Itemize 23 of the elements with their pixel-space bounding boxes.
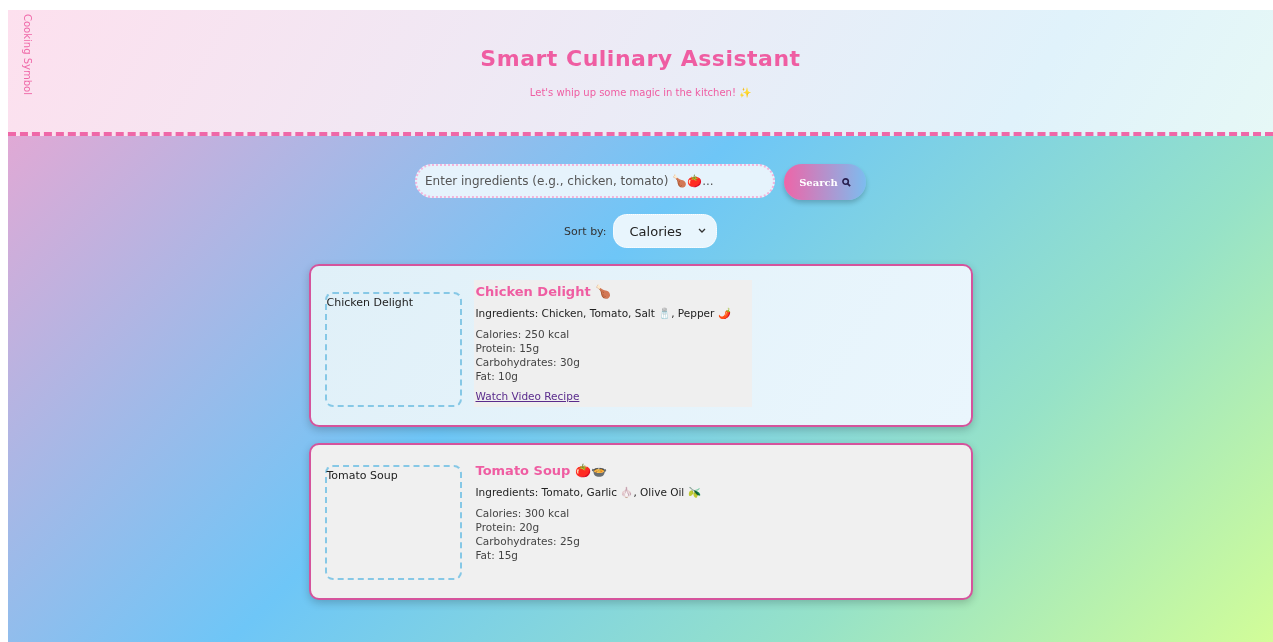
ingredients-search-field[interactable]: Enter ingredients (e.g., chicken, tomato) 🍗🍅... (415, 164, 775, 198)
ingredients-text: Ingredients: Chicken, Tomato, Salt 🧂, Pepper 🌶 (475, 307, 731, 320)
nutrition-line: Carbohydrates: 25g (475, 535, 581, 547)
nutrition-line: Carbohydrates: 30g (475, 356, 581, 368)
search-icon (841, 177, 851, 187)
nutrition-line: Protein: 15g (475, 342, 541, 354)
recipe-title: Chicken Delight 🍗 (475, 284, 612, 299)
tagline: Let's whip up some magic in the kitchen! ✨ (529, 87, 752, 98)
nutrition-line: Fat: 10g (475, 370, 520, 382)
chevron-down-icon (697, 228, 706, 234)
video-recipe-link[interactable]: Watch Video Recipe (475, 390, 580, 402)
app-title: Smart Culinary Assistant (480, 46, 801, 71)
recipe-title: Tomato Soup 🍅🍲 (475, 463, 607, 478)
nutrition-line: Calories: 250 kcal (475, 328, 571, 340)
sort-dropdown[interactable]: Calories (612, 214, 717, 248)
logo-alt-text: Cooking Symbol (22, 14, 33, 95)
image-alt-text: Chicken Delight (324, 292, 462, 407)
nutrition-line: Fat: 15g (475, 549, 520, 561)
image-alt-text: Tomato Soup (324, 465, 462, 580)
sort-label: Sort by: (564, 224, 607, 238)
nutrition-line: Protein: 20g (475, 521, 541, 533)
nutrition-line: Calories: 300 kcal (475, 507, 571, 519)
ingredients-text: Ingredients: Tomato, Garlic 🧄, Olive Oil 🫒 (475, 486, 701, 499)
